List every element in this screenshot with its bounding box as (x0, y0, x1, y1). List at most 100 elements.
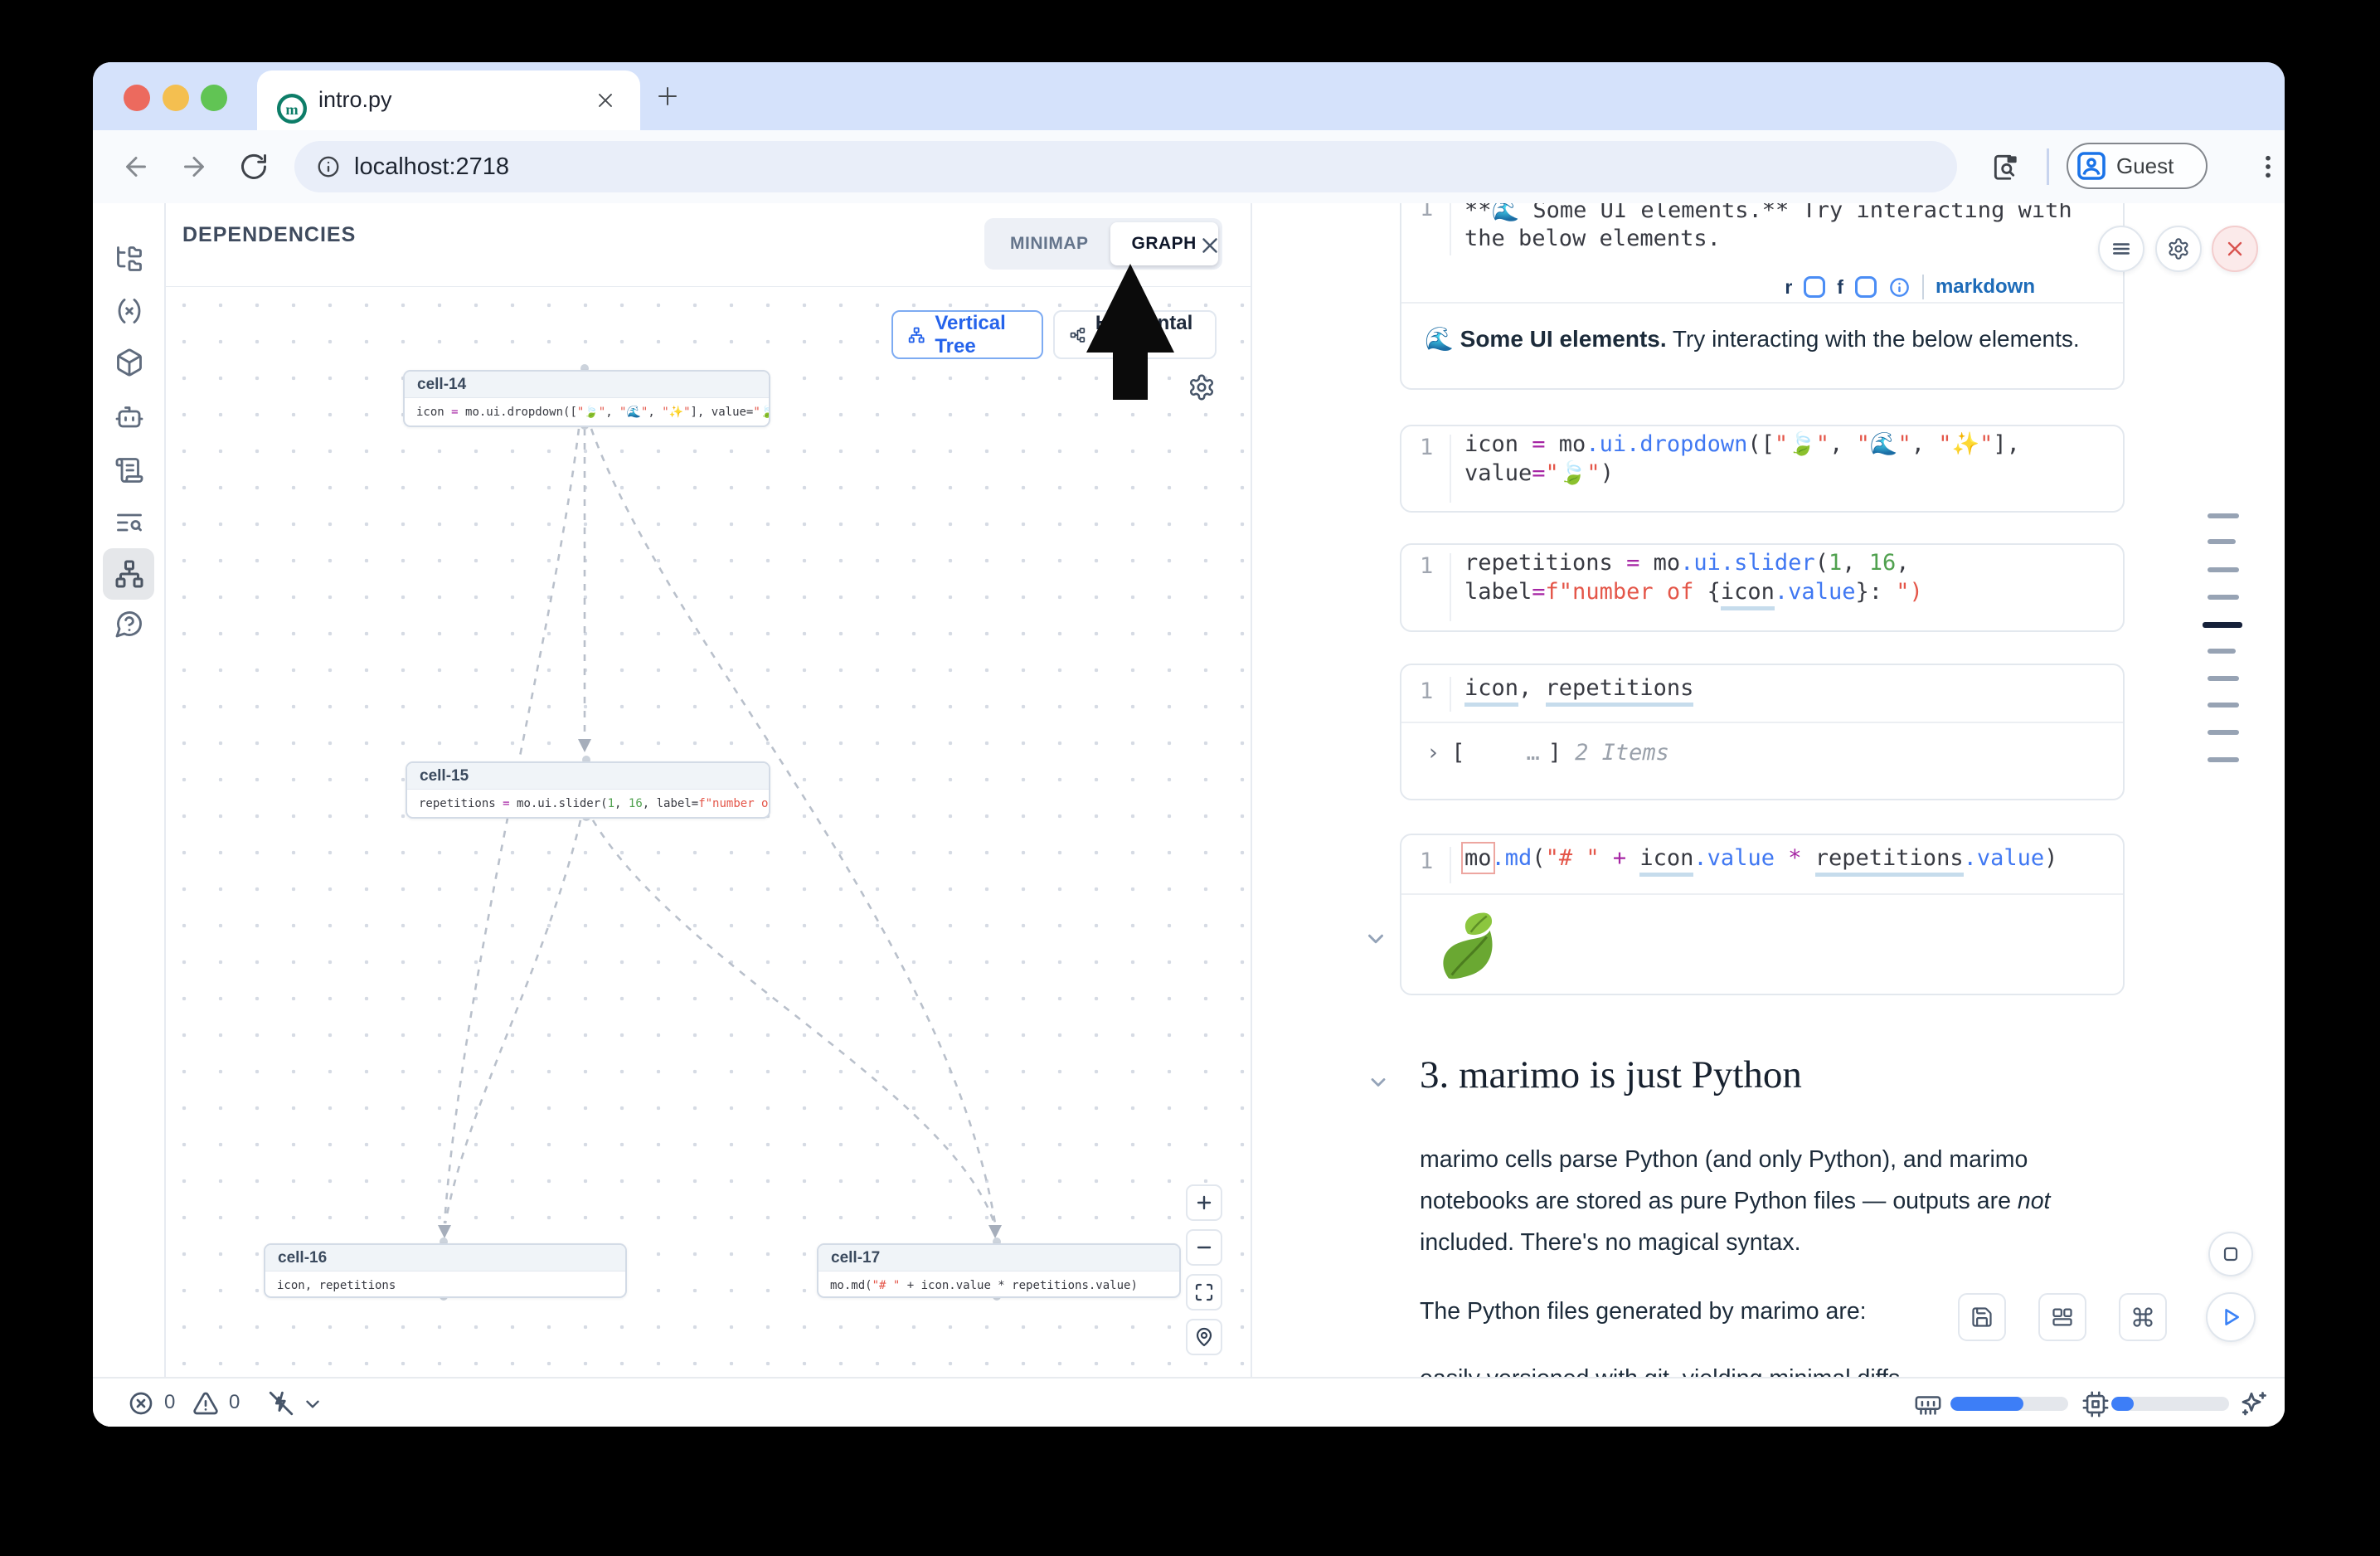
gutter-divider (1450, 553, 1451, 621)
graph-settings-gear-icon[interactable] (1188, 373, 1216, 401)
reactive-toggle-label: r (1785, 276, 1792, 299)
paragraph-line: notebooks are stored as pure Python file… (1420, 1188, 2050, 1215)
code-line[interactable]: label=f"number of {icon.value}: ") (1464, 577, 1923, 607)
line-number: 1 (1420, 203, 1433, 221)
panel-title: DEPENDENCIES (182, 223, 356, 247)
info-icon[interactable] (1888, 276, 1911, 299)
zoom-in-button[interactable] (1186, 1184, 1222, 1221)
paragraph-line: included. There's no magical syntax. (1420, 1229, 1801, 1257)
cell-dropdown[interactable]: 1 icon = mo.ui.dropdown(["🍃", "🌊", "✨"],… (1400, 425, 2125, 513)
statusbar-chevron-down-icon[interactable] (302, 1393, 323, 1415)
graph-node-code: icon = mo.ui.dropdown(["🍃", "🌊", "✨"], v… (405, 398, 769, 426)
line-number: 1 (1420, 678, 1433, 704)
collapse-output-chevron-icon[interactable] (1363, 926, 1388, 951)
browser-menu-icon[interactable] (2252, 151, 2284, 182)
url-bar[interactable]: localhost:2718 (294, 141, 1957, 192)
code-line[interactable]: the below elements. (1464, 224, 1721, 254)
cell-md-output[interactable]: 1 mo.md("# " + icon.value * repetitions.… (1400, 834, 2125, 995)
traffic-minimize-button[interactable] (163, 85, 189, 111)
back-icon[interactable] (121, 152, 151, 182)
graph-node-code: repetitions = mo.ui.slider(1, 16, label=… (407, 790, 769, 818)
site-info-icon[interactable] (316, 154, 341, 179)
sidebar-ai-bot-icon[interactable] (114, 401, 144, 431)
sidebar-dependencies-icon[interactable] (114, 559, 144, 589)
toolbar-divider (2047, 148, 2049, 185)
reload-icon[interactable] (239, 152, 269, 182)
cell-slider[interactable]: 1 repetitions = mo.ui.slider(1, 16, labe… (1400, 543, 2125, 632)
sidebar-variables-icon[interactable] (114, 296, 144, 326)
minimap-cell-marker[interactable] (2208, 757, 2239, 762)
output-divider (1401, 722, 2123, 723)
memory-usage-fill (1950, 1397, 2023, 1411)
autorun-disabled-icon[interactable] (267, 1389, 295, 1417)
code-line[interactable]: icon, repetitions (1464, 673, 1693, 703)
graph-node-cell-14[interactable]: cell-14 icon = mo.ui.dropdown(["🍃", "🌊",… (403, 370, 770, 427)
zoom-out-button[interactable] (1186, 1229, 1222, 1266)
fit-view-button[interactable] (1186, 1274, 1222, 1310)
minimap-cell-marker[interactable] (2208, 539, 2236, 544)
locate-node-button[interactable] (1186, 1319, 1222, 1355)
layout-toggle-button[interactable] (2038, 1293, 2086, 1341)
code-line[interactable]: value="🍃") (1464, 459, 1614, 489)
traffic-zoom-button[interactable] (201, 85, 227, 111)
minimap-cell-marker[interactable] (2208, 567, 2239, 572)
sidebar-logs-icon[interactable] (114, 455, 144, 485)
minimap-cell-marker[interactable] (2208, 676, 2239, 681)
leaf-emoji-output (1426, 908, 1503, 985)
language-mode-badge[interactable]: markdown (1936, 275, 2035, 299)
browser-tab[interactable]: m intro.py (257, 71, 640, 130)
vertical-tree-button[interactable]: Vertical Tree (891, 310, 1043, 359)
ai-sparkles-icon[interactable] (2239, 1389, 2269, 1419)
code-line[interactable]: mo.md("# " + icon.value * repetitions.va… (1464, 844, 2057, 873)
minimap-cell-marker[interactable] (2208, 595, 2239, 600)
minimap-cell-marker[interactable] (2208, 703, 2239, 707)
tab-close-icon[interactable] (595, 90, 615, 110)
cell-tuple[interactable]: 1 icon, repetitions ›[…]2 Items (1400, 664, 2125, 800)
code-line[interactable]: repetitions = mo.ui.slider(1, 16, (1464, 548, 1910, 578)
notebook-settings-button[interactable] (2155, 226, 2202, 272)
code-line[interactable]: **🌊 Some UI elements.** Try interacting … (1464, 203, 2072, 226)
code-line[interactable]: icon = mo.ui.dropdown(["🍃", "🌊", "✨"], (1464, 430, 2020, 460)
section-heading: 3. marimo is just Python (1420, 1053, 1802, 1097)
format-checkbox[interactable] (1855, 276, 1877, 298)
graph-node-cell-17[interactable]: cell-17 mo.md("# " + icon.value * repeti… (817, 1243, 1181, 1298)
panel-right-divider (1251, 203, 1252, 1377)
traffic-close-button[interactable] (124, 85, 150, 111)
panel-close-icon[interactable] (1197, 233, 1222, 258)
tab-search-icon[interactable] (1990, 151, 2022, 182)
errors-icon[interactable] (128, 1390, 154, 1417)
sidebar-file-tree-icon[interactable] (114, 244, 144, 274)
warnings-icon[interactable] (192, 1390, 219, 1417)
sidebar-search-outline-icon[interactable] (114, 508, 144, 537)
profile-button[interactable]: Guest (2067, 143, 2208, 189)
tuple-output[interactable]: ›[…]2 Items (1426, 740, 1669, 766)
gutter-divider (1450, 203, 1451, 255)
save-button[interactable] (1958, 1293, 2006, 1341)
keyboard-shortcuts-button[interactable] (2119, 1293, 2167, 1341)
marimo-favicon: m (275, 92, 308, 125)
notebook-menu-button[interactable] (2098, 226, 2144, 272)
markdown-output: 🌊 Some UI elements. Try interacting with… (1425, 325, 2080, 353)
graph-node-cell-16[interactable]: cell-16 icon, repetitions (264, 1243, 627, 1298)
item-count: 2 Items (1575, 740, 1669, 766)
cell-frame-button[interactable] (2208, 1232, 2253, 1276)
minimap-cell-marker[interactable] (2208, 649, 2236, 654)
gutter-divider (1450, 847, 1451, 883)
sidebar-help-icon[interactable] (114, 609, 144, 639)
minimap-cell-marker[interactable] (2208, 513, 2239, 518)
minimap-current-cell-marker[interactable] (2203, 622, 2242, 628)
forward-icon[interactable] (179, 152, 209, 182)
cell-markdown[interactable]: 1 **🌊 Some UI elements.** Try interactin… (1400, 203, 2125, 390)
graph-node-cell-15[interactable]: cell-15 repetitions = mo.ui.slider(1, 16… (406, 761, 770, 819)
minimap-cell-marker[interactable] (2208, 730, 2239, 735)
new-tab-icon[interactable] (655, 84, 680, 109)
shutdown-button[interactable] (2212, 226, 2258, 272)
run-all-button[interactable] (2206, 1292, 2256, 1342)
sidebar-packages-icon[interactable] (114, 348, 144, 377)
output-divider (1401, 302, 2123, 304)
expand-chevron[interactable]: › (1426, 740, 1440, 766)
line-number: 1 (1420, 435, 1433, 460)
section-collapse-chevron-icon[interactable] (1367, 1071, 1390, 1094)
reactive-checkbox[interactable] (1804, 276, 1825, 298)
tab-minimap[interactable]: MINIMAP (988, 222, 1110, 265)
